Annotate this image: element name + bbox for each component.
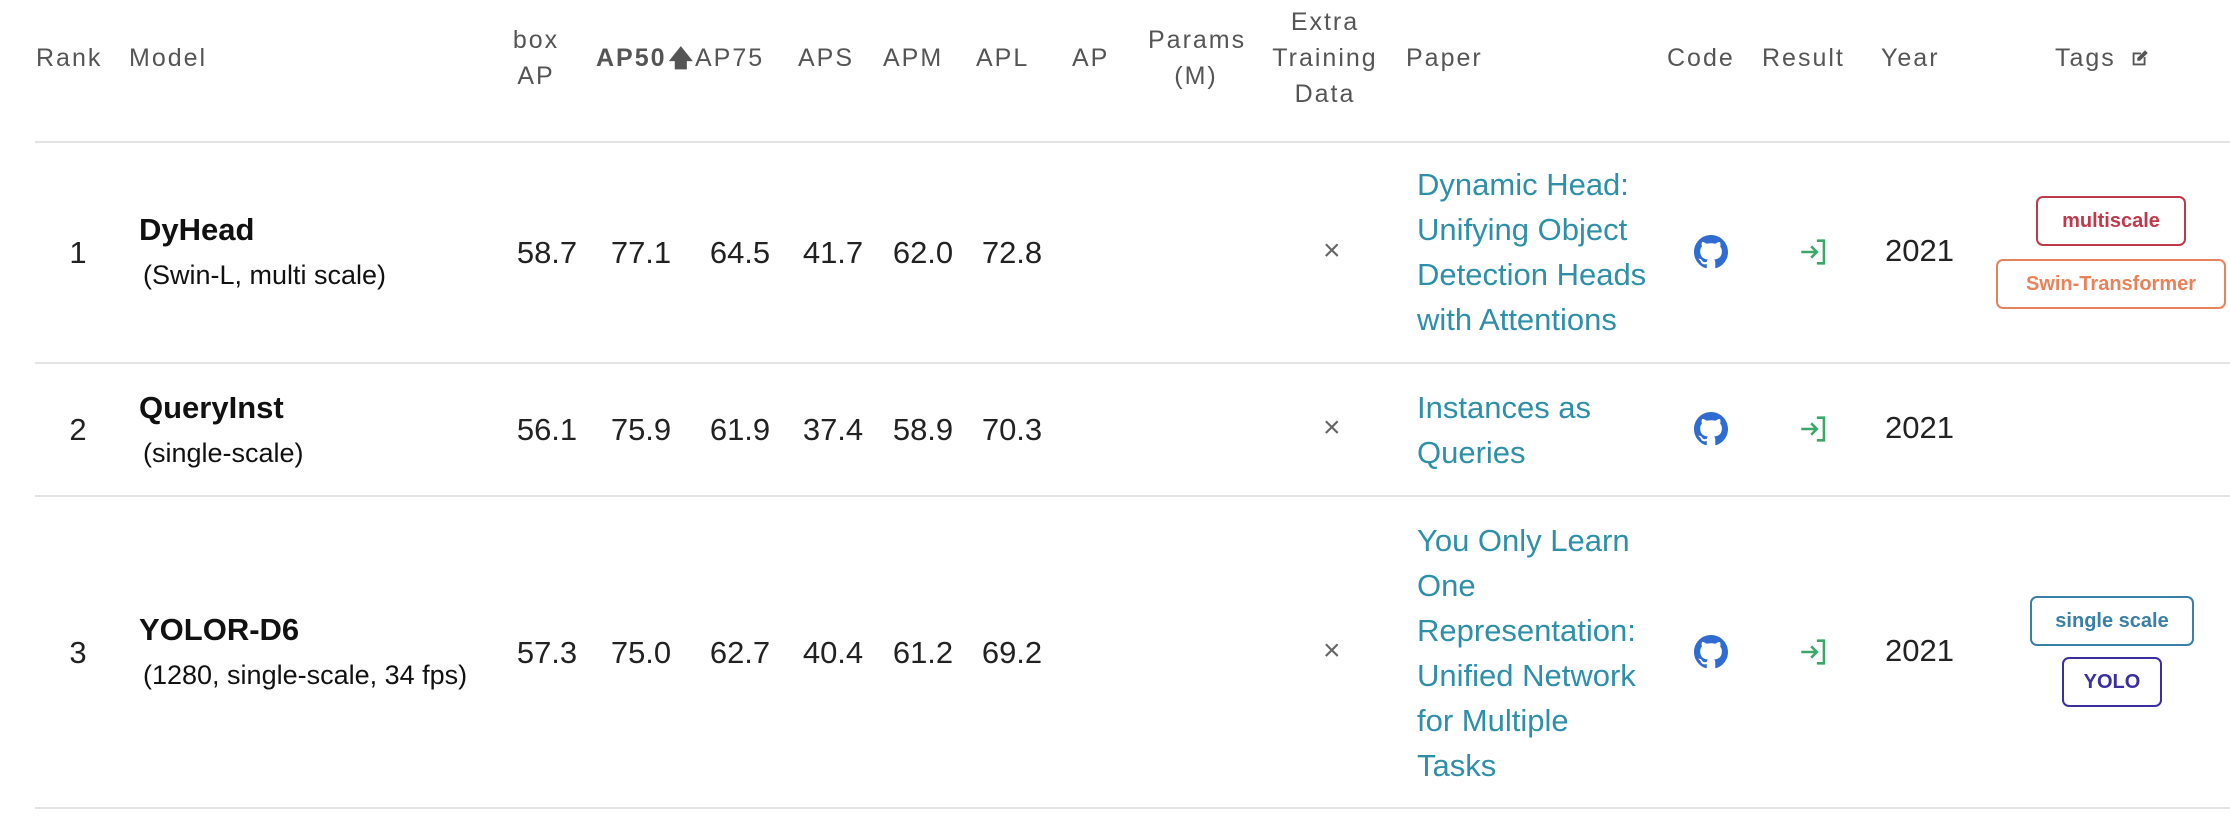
header-ap50-label: AP50	[596, 44, 667, 72]
header-params-line1: Params	[1148, 26, 1247, 54]
header-box-ap-line2: AP	[517, 62, 555, 90]
model-name[interactable]: DyHead	[139, 212, 254, 248]
extra-data-x: ×	[1323, 634, 1341, 667]
apl-cell: 72.8	[981, 235, 1043, 270]
header-rank[interactable]: Rank	[36, 40, 102, 76]
rank-cell: 3	[69, 635, 87, 670]
edit-icon[interactable]	[2129, 47, 2151, 69]
extra-data-x: ×	[1323, 411, 1341, 444]
ap75-cell: 61.9	[709, 412, 771, 447]
header-ap75[interactable]: AP75	[695, 40, 764, 76]
apm-cell: 58.9	[892, 412, 954, 447]
aps-cell: 40.4	[802, 635, 864, 670]
header-year[interactable]: Year	[1881, 40, 1940, 76]
ap50-cell: 77.1	[610, 235, 672, 270]
rank-cell: 2	[69, 412, 87, 447]
box-ap-cell: 57.3	[516, 635, 578, 670]
extra-data-x: ×	[1323, 234, 1341, 267]
header-extra-line1: Extra	[1290, 8, 1360, 36]
header-apl[interactable]: APL	[976, 40, 1029, 76]
header-params[interactable]: Params (M)	[1148, 22, 1244, 94]
apl-cell: 69.2	[981, 635, 1043, 670]
github-icon[interactable]	[1694, 635, 1728, 669]
row-divider	[35, 807, 2230, 809]
aps-cell: 37.4	[802, 412, 864, 447]
apm-cell: 61.2	[892, 635, 954, 670]
tag-yolo[interactable]: YOLO	[2062, 657, 2162, 707]
github-icon[interactable]	[1694, 412, 1728, 446]
ap50-cell: 75.0	[610, 635, 672, 670]
sign-in-arrow-icon[interactable]	[1797, 235, 1831, 269]
model-name[interactable]: QueryInst	[139, 390, 284, 426]
sign-in-arrow-icon[interactable]	[1797, 412, 1831, 446]
tag-multiscale[interactable]: multiscale	[2036, 196, 2186, 246]
sign-in-arrow-icon[interactable]	[1797, 635, 1831, 669]
model-variant: (Swin-L, multi scale)	[143, 260, 387, 290]
box-ap-cell: 58.7	[516, 235, 578, 270]
header-box-ap-line1: box	[512, 26, 560, 54]
header-aps[interactable]: APS	[798, 40, 854, 76]
year-cell: 2021	[1885, 410, 1954, 445]
header-extra-line2: Training	[1272, 44, 1378, 72]
tag-swin-transformer[interactable]: Swin-Transformer	[1996, 259, 2226, 309]
header-ap[interactable]: AP	[1072, 40, 1109, 76]
model-variant: (1280, single-scale, 34 fps)	[143, 660, 468, 690]
box-ap-cell: 56.1	[516, 412, 578, 447]
header-divider	[35, 141, 2230, 143]
arrow-up-icon: 🡅	[668, 45, 696, 72]
header-tags-label: Tags	[2055, 44, 2116, 72]
rank-cell: 1	[69, 235, 87, 270]
year-cell: 2021	[1885, 233, 1954, 268]
ap50-cell: 75.9	[610, 412, 672, 447]
header-code[interactable]: Code	[1667, 40, 1735, 76]
apl-cell: 70.3	[981, 412, 1043, 447]
model-variant: (single-scale)	[143, 438, 304, 468]
header-extra-training-data[interactable]: Extra Training Data	[1272, 4, 1378, 112]
header-model[interactable]: Model	[129, 40, 207, 76]
paper-link[interactable]: You Only Learn One Representation: Unifi…	[1417, 518, 1652, 788]
paper-link[interactable]: Dynamic Head: Unifying Object Detection …	[1417, 162, 1657, 342]
model-name[interactable]: YOLOR-D6	[139, 612, 299, 648]
header-ap50[interactable]: AP50🡅	[596, 40, 695, 77]
header-apm[interactable]: APM	[883, 40, 943, 76]
ap75-cell: 64.5	[709, 235, 771, 270]
header-result[interactable]: Result	[1762, 40, 1845, 76]
row-divider	[35, 362, 2230, 364]
aps-cell: 41.7	[802, 235, 864, 270]
header-box-ap[interactable]: box AP	[505, 22, 567, 94]
row-divider	[35, 495, 2230, 497]
header-params-line2: (M)	[1174, 62, 1218, 90]
tag-single-scale[interactable]: single scale	[2030, 596, 2194, 646]
header-paper[interactable]: Paper	[1406, 40, 1483, 76]
github-icon[interactable]	[1694, 235, 1728, 269]
apm-cell: 62.0	[892, 235, 954, 270]
paper-link[interactable]: Instances as Queries	[1417, 385, 1657, 475]
ap75-cell: 62.7	[709, 635, 771, 670]
header-tags[interactable]: Tags	[2055, 40, 2151, 76]
year-cell: 2021	[1885, 633, 1954, 668]
header-extra-line3: Data	[1294, 80, 1356, 108]
